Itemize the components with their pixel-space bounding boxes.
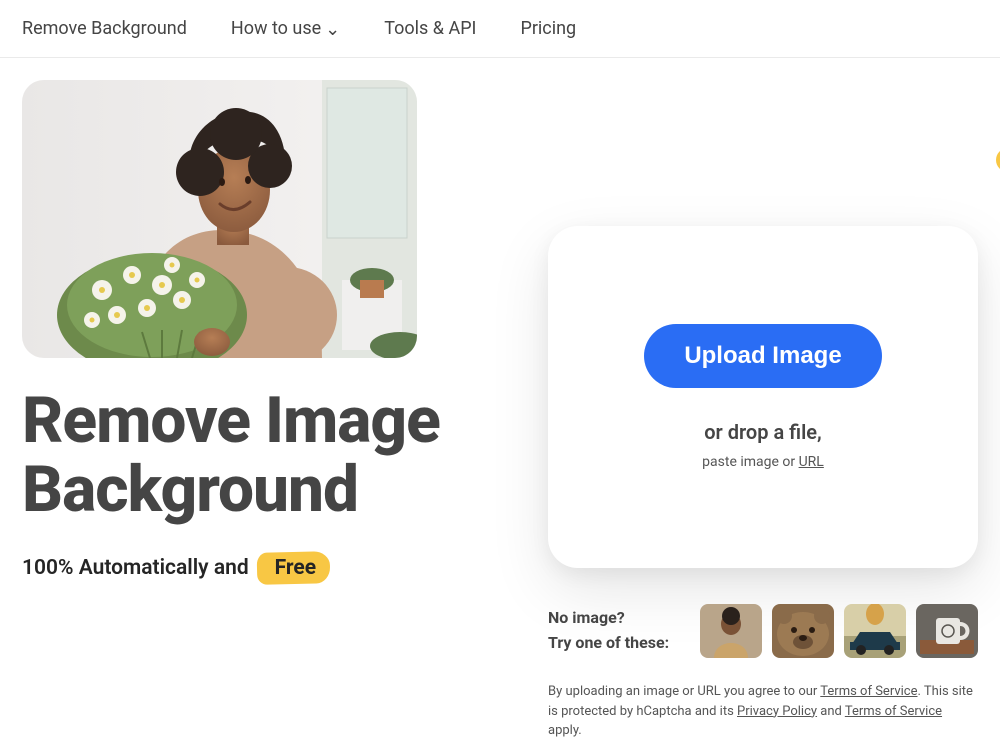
example-thumb-person[interactable] (700, 604, 762, 658)
main-content: Remove Image Background 100% Automatical… (0, 58, 1000, 741)
free-label: Free (275, 556, 316, 580)
tos2-link[interactable]: Terms of Service (845, 704, 942, 719)
nav-pricing[interactable]: Pricing (520, 18, 576, 39)
nav-label: How to use (231, 18, 321, 39)
legal-suffix: apply. (548, 723, 582, 738)
right-column: Upload Image or drop a file, paste image… (522, 80, 978, 741)
no-image-text: No image? (548, 606, 669, 631)
try-one-text: Try one of these: (548, 631, 669, 656)
examples-row: No image? Try one of these: (548, 604, 978, 658)
upload-image-button[interactable]: Upload Image (644, 324, 881, 388)
nav-remove-background[interactable]: Remove Background (22, 18, 187, 39)
nav-label: Tools & API (384, 18, 476, 39)
paste-url-link[interactable]: URL (799, 454, 824, 470)
nav-label: Remove Background (22, 18, 187, 39)
subline-prefix: 100% Automatically and (22, 556, 249, 580)
legal-and: and (817, 704, 845, 719)
left-column: Remove Image Background 100% Automatical… (22, 80, 462, 741)
nav-tools-api[interactable]: Tools & API (384, 18, 476, 39)
nav-label: Pricing (520, 18, 576, 39)
paste-line: paste image or URL (702, 454, 824, 470)
tos-link[interactable]: Terms of Service (820, 684, 917, 699)
paste-prefix: paste image or (702, 454, 798, 470)
example-thumb-mug[interactable] (916, 604, 978, 658)
hero-image (22, 80, 417, 358)
chevron-down-icon: ⌄ (325, 19, 340, 40)
privacy-policy-link[interactable]: Privacy Policy (737, 704, 817, 719)
drop-file-text: or drop a file, (704, 420, 822, 444)
upload-card[interactable]: Upload Image or drop a file, paste image… (548, 226, 978, 568)
legal-prefix: By uploading an image or URL you agree t… (548, 684, 820, 699)
example-thumb-bear[interactable] (772, 604, 834, 658)
page-headline: Remove Image Background (22, 386, 462, 524)
legal-text: By uploading an image or URL you agree t… (548, 682, 978, 741)
example-thumb-car[interactable] (844, 604, 906, 658)
nav-how-to-use[interactable]: How to use⌄ (231, 18, 340, 39)
free-badge: Free (257, 552, 330, 584)
top-nav: Remove Background How to use⌄ Tools & AP… (0, 0, 1000, 58)
example-thumbs (700, 604, 978, 658)
page-subline: 100% Automatically and Free (22, 552, 462, 584)
examples-text: No image? Try one of these: (548, 606, 669, 656)
